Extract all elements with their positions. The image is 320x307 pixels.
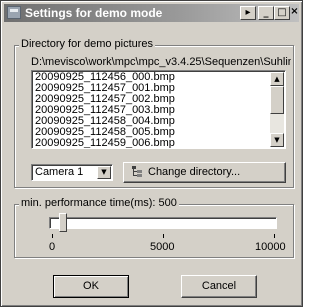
app-icon [7, 6, 21, 19]
window-title: Settings for demo mode [25, 6, 163, 20]
list-scrollbar[interactable]: ▲ ▼ [270, 72, 284, 147]
ok-button[interactable]: OK [53, 275, 129, 298]
list-item[interactable]: 20090925_112459_006.bmp [35, 138, 267, 149]
slider-label-max: 10000 [255, 241, 286, 253]
camera-select-value: Camera 1 [35, 166, 84, 178]
scroll-thumb[interactable] [270, 86, 284, 114]
camera-select[interactable]: Camera 1 ▼ [31, 164, 113, 181]
directory-path: D:\mevisco\work\mpc\mpc_v3.4.25\Sequenze… [31, 56, 291, 68]
cancel-button[interactable]: Cancel [181, 275, 257, 298]
performance-slider-track[interactable] [49, 217, 277, 229]
scroll-up-arrow-icon[interactable]: ▲ [270, 72, 284, 86]
maximize-button[interactable]: □ [274, 6, 290, 20]
performance-group-label: min. performance time(ms): 500 [19, 197, 179, 209]
file-list: 20090925_112456_000.bmp 20090925_112457_0… [35, 72, 267, 149]
title-bar[interactable]: Settings for demo mode ▸ _ □ × [4, 4, 299, 22]
help-button[interactable]: ▸ [240, 6, 256, 20]
file-listbox[interactable]: 20090925_112456_000.bmp 20090925_112457_0… [31, 70, 286, 149]
slider-label-min: 0 [49, 241, 56, 253]
slider-tick-mid [163, 234, 164, 238]
change-directory-label: Change directory... [148, 166, 241, 178]
slider-label-mid: 5000 [150, 241, 175, 253]
chevron-down-icon[interactable]: ▼ [97, 166, 111, 179]
settings-dialog: Settings for demo mode ▸ _ □ × Directory… [0, 0, 303, 307]
folder-tree-icon [132, 166, 142, 177]
ok-button-label: OK [83, 280, 99, 292]
directory-group-label: Directory for demo pictures [19, 38, 156, 50]
minimize-button[interactable]: _ [258, 6, 274, 20]
slider-tick-max [274, 234, 275, 238]
slider-tick-min [52, 234, 53, 238]
performance-slider-thumb[interactable] [59, 213, 67, 232]
scroll-down-arrow-icon[interactable]: ▼ [270, 133, 284, 147]
change-directory-button[interactable]: Change directory... [123, 162, 286, 183]
cancel-button-label: Cancel [201, 280, 237, 292]
close-button[interactable]: × [290, 6, 299, 20]
